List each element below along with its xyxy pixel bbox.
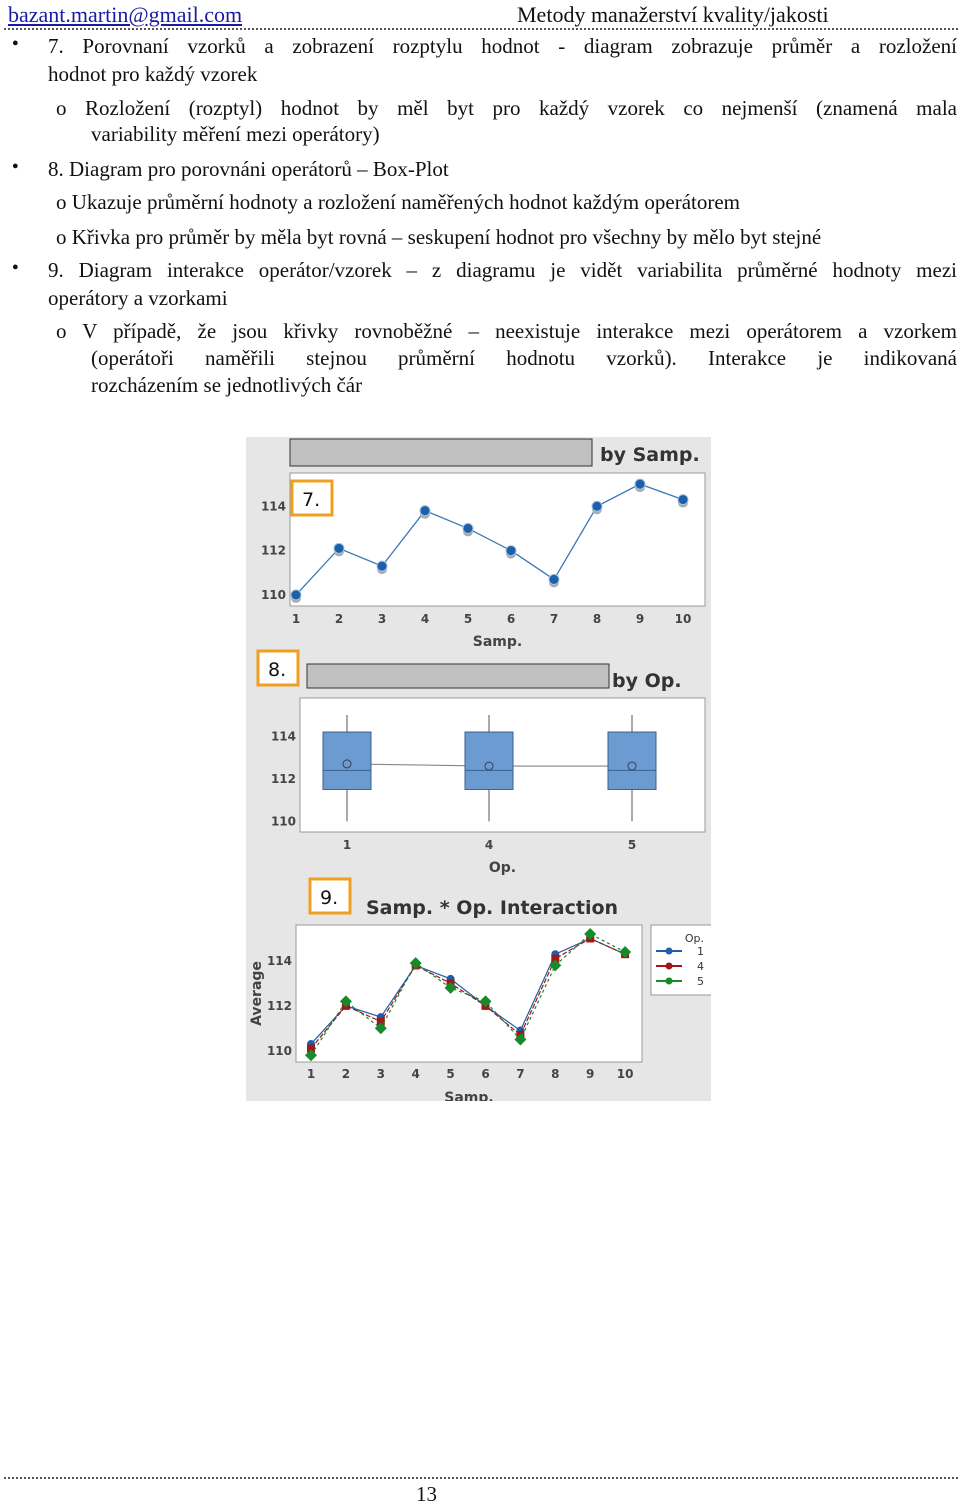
- text-line: 9. Diagram interakce operátor/vzorek – z…: [48, 258, 957, 282]
- box: [322, 731, 372, 790]
- mean-point: [333, 542, 345, 554]
- x-tick-label: 5: [464, 612, 472, 626]
- legend-marker: [665, 962, 673, 970]
- x-tick-label: 7: [550, 612, 558, 626]
- step-badge-label: 9.: [320, 887, 338, 909]
- text-line: o V případě, že jsou křivky rovnoběžné –…: [56, 319, 957, 343]
- document-page: bazant.martin@gmail.com Metody manažerst…: [0, 0, 960, 1504]
- x-tick-label: 4: [485, 838, 493, 852]
- y-tick-label: 114: [267, 954, 292, 968]
- bullet-icon: ●: [12, 160, 19, 172]
- text-line: rozcházením se jednotlivých čár: [91, 373, 363, 397]
- author-email-link[interactable]: bazant.martin@gmail.com: [8, 2, 242, 28]
- mean-point: [290, 589, 302, 601]
- mean-point: [462, 522, 474, 534]
- text-line: variability měření mezi operátory): [91, 122, 380, 146]
- legend-label: 5: [697, 975, 704, 988]
- x-tick-label: 5: [628, 838, 636, 852]
- x-tick-label: 7: [516, 1067, 524, 1081]
- mean-point: [634, 478, 646, 490]
- bullet-icon: ●: [12, 261, 19, 273]
- text-line: o Ukazuje průměrní hodnoty a rozložení n…: [56, 190, 741, 214]
- mean-point: [548, 573, 560, 585]
- figure-charts: by Samp.7.110112114Samp.1 2 3 4 5 6 7 8 9 10by Op…: [246, 437, 711, 1101]
- y-tick-label: 112: [261, 544, 286, 558]
- x-tick-label: 1: [343, 838, 351, 852]
- x-tick-label: 2: [342, 1067, 350, 1081]
- x-tick-label: 10: [675, 612, 692, 626]
- mean-point: [591, 500, 603, 512]
- chart-title: Samp. * Op. Interaction: [366, 897, 618, 919]
- step-badge-label: 8.: [268, 659, 286, 681]
- x-tick-label: 1: [307, 1067, 315, 1081]
- y-axis-label: Average: [249, 961, 265, 1026]
- text-line: 7. Porovnaní vzorků a zobrazení rozptylu…: [48, 34, 957, 58]
- x-tick-label: 6: [481, 1067, 489, 1081]
- x-tick-label: 8: [551, 1067, 559, 1081]
- x-tick-label: 5: [446, 1067, 454, 1081]
- text-line: o Křivka pro průměr by měla byt rovná – …: [56, 225, 822, 249]
- x-tick-label: 6: [507, 612, 515, 626]
- x-tick-label: 1: [292, 612, 300, 626]
- x-axis-label: Op.: [489, 860, 516, 876]
- footer-divider: [4, 1477, 958, 1479]
- x-tick-label: 2: [335, 612, 343, 626]
- chart-title: by Samp.: [600, 444, 700, 466]
- text-line: hodnot pro každý vzorek: [48, 62, 258, 86]
- y-tick-label: 110: [267, 1044, 292, 1058]
- mean-point: [677, 494, 689, 506]
- box: [607, 731, 657, 790]
- text-line: o Rozložení (rozptyl) hodnot by měl byt …: [56, 96, 957, 120]
- text-line: (operátoři naměřili stejnou průměrní hod…: [91, 346, 957, 370]
- chart-title: by Op.: [612, 670, 682, 692]
- x-tick-label: 4: [421, 612, 429, 626]
- redacted-title-box: [306, 663, 610, 689]
- x-axis-label: Samp.: [444, 1090, 493, 1101]
- x-tick-label: 3: [378, 612, 386, 626]
- plot-area: [289, 472, 706, 607]
- x-tick-label: 9: [636, 612, 644, 626]
- header-title: Metody manažerství kvality/jakosti: [517, 2, 829, 27]
- legend-marker: [665, 947, 673, 955]
- box: [464, 731, 514, 790]
- mean-point: [376, 560, 388, 572]
- step-badge-label: 7.: [302, 489, 320, 511]
- x-tick-label: 9: [586, 1067, 594, 1081]
- y-tick-label: 114: [261, 499, 286, 513]
- text-line: 8. Diagram pro porovnáni operátorů – Box…: [48, 157, 449, 181]
- y-tick-label: 114: [271, 729, 296, 743]
- mean-point: [505, 545, 517, 557]
- bullet-icon: ●: [12, 37, 19, 49]
- y-tick-label: 110: [271, 814, 296, 828]
- x-axis-label: Samp.: [473, 634, 522, 650]
- legend-label: 4: [697, 960, 704, 973]
- page-number: 13: [416, 1482, 437, 1504]
- y-tick-label: 112: [267, 999, 292, 1013]
- legend-title: Op.: [685, 932, 704, 945]
- header-divider: [4, 28, 958, 30]
- mean-point: [419, 505, 431, 517]
- redacted-title-box: [289, 438, 593, 467]
- legend-label: 1: [697, 945, 704, 958]
- x-tick-label: 10: [617, 1067, 634, 1081]
- x-tick-label: 4: [412, 1067, 420, 1081]
- legend-marker: [665, 977, 673, 985]
- y-tick-label: 110: [261, 588, 286, 602]
- y-tick-label: 112: [271, 772, 296, 786]
- text-line: operátory a vzorkami: [48, 286, 228, 310]
- x-tick-label: 3: [377, 1067, 385, 1081]
- x-tick-label: 8: [593, 612, 601, 626]
